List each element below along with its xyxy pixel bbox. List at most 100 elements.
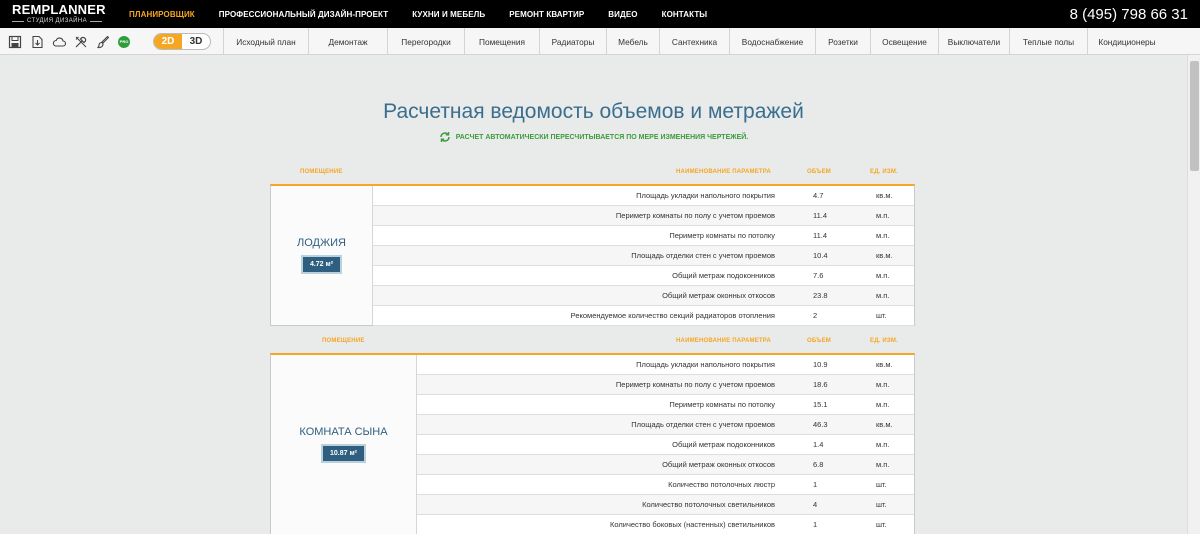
param-unit: шт. <box>876 520 887 529</box>
view-2d-button[interactable]: 2D <box>154 34 182 49</box>
param-value: 2 <box>813 311 818 320</box>
param-name: Площадь отделки стен с учетом проемов <box>631 251 775 260</box>
param-value: 18.6 <box>813 380 828 389</box>
room-area-badge: 4.72 м² <box>300 255 343 274</box>
cloud-icon[interactable] <box>52 35 66 49</box>
room-name: КОМНАТА СЫНА <box>299 426 388 438</box>
tab-6[interactable]: Сантехника <box>659 28 729 55</box>
logo-main-text: REMPLANNER <box>12 2 106 17</box>
table-row: Количество боковых (настенных) светильни… <box>417 515 914 534</box>
param-unit: м.п. <box>876 380 890 389</box>
param-name: Общий метраж подоконников <box>672 271 775 280</box>
param-value: 11.4 <box>813 211 828 220</box>
param-name: Общий метраж оконных откосов <box>662 291 775 300</box>
tool-icons: PRO <box>8 33 130 50</box>
param-value: 1 <box>813 480 818 489</box>
param-unit: м.п. <box>876 231 890 240</box>
topnav-item-3[interactable]: РЕМОНТ КВАРТИР <box>509 10 584 19</box>
param-name: Площадь отделки стен с учетом проемов <box>631 420 775 429</box>
param-name: Площадь укладки напольного покрытия <box>636 360 775 369</box>
topnav-item-2[interactable]: КУХНИ И МЕБЕЛЬ <box>412 10 485 19</box>
tab-7[interactable]: Водоснабжение <box>729 28 815 55</box>
table-row: Периметр комнаты по потолку 11.4 м.п. <box>373 226 914 246</box>
param-value: 6.8 <box>813 460 824 469</box>
remplanner-logo[interactable]: REMPLANNER СТУДИЯ ДИЗАЙНА <box>12 3 112 25</box>
export-icon[interactable] <box>30 35 44 49</box>
tab-10[interactable]: Выключатели <box>938 28 1009 55</box>
param-value: 4.7 <box>813 191 824 200</box>
param-name: Площадь укладки напольного покрытия <box>636 191 775 200</box>
tools-icon[interactable] <box>74 35 88 49</box>
table-row: Площадь отделки стен с учетом проемов 10.… <box>373 246 914 266</box>
tab-11[interactable]: Теплые полы <box>1009 28 1087 55</box>
table-row: Периметр комнаты по потолку 15.1 м.п. <box>417 395 914 415</box>
param-unit: шт. <box>876 480 887 489</box>
tab-1[interactable]: Демонтаж <box>308 28 387 55</box>
view-3d-button[interactable]: 3D <box>182 34 210 49</box>
page-title: Расчетная ведомость объемов и метражей <box>383 100 804 123</box>
param-value: 1 <box>813 520 818 529</box>
page-scrollbar[interactable] <box>1187 55 1200 534</box>
param-unit: кв.м. <box>876 251 893 260</box>
table-row: Количество потолочных люстр 1 шт. <box>417 475 914 495</box>
tab-5[interactable]: Мебель <box>606 28 659 55</box>
planner-tabs: Исходный план Демонтаж Перегородки Помещени… <box>223 28 1166 55</box>
param-unit: шт. <box>876 500 887 509</box>
param-value: 23.8 <box>813 291 828 300</box>
tab-3[interactable]: Помещения <box>464 28 539 55</box>
brush-icon[interactable] <box>96 35 110 49</box>
room-table: КОМНАТА СЫНА 10.87 м² Площадь укладки напо… <box>270 353 915 534</box>
header-room: ПОМЕЩЕНИЕ <box>322 338 365 344</box>
table-row: Периметр комнаты по полу с учетом проемо… <box>373 206 914 226</box>
param-value: 1.4 <box>813 440 824 449</box>
param-value: 15.1 <box>813 400 828 409</box>
phone-number[interactable]: 8 (495) 798 66 31 <box>1070 6 1188 23</box>
room-table: ЛОДЖИЯ 4.72 м² Площадь укладки напольного … <box>270 184 915 326</box>
param-unit: м.п. <box>876 440 890 449</box>
tab-2[interactable]: Перегородки <box>387 28 464 55</box>
header-unit: ЕД. ИЗМ. <box>870 338 898 344</box>
param-name: Количество потолочных люстр <box>668 480 775 489</box>
table-row: Общий метраж подоконников 1.4 м.п. <box>417 435 914 455</box>
tab-4[interactable]: Радиаторы <box>539 28 606 55</box>
table-row: Общий метраж оконных откосов 23.8 м.п. <box>373 286 914 306</box>
param-name: Количество потолочных светильников <box>642 500 775 509</box>
scrollbar-thumb[interactable] <box>1190 61 1199 171</box>
param-value: 7.6 <box>813 271 824 280</box>
param-value: 4 <box>813 500 818 509</box>
param-name: Количество боковых (настенных) светильни… <box>610 520 775 529</box>
topnav-item-0[interactable]: ПЛАНИРОВЩИК <box>129 10 195 19</box>
save-icon[interactable] <box>8 35 22 49</box>
param-unit: шт. <box>876 311 887 320</box>
param-value: 11.4 <box>813 231 828 240</box>
param-unit: м.п. <box>876 400 890 409</box>
top-navigation-bar: REMPLANNER СТУДИЯ ДИЗАЙНА ПЛАНИРОВЩИК ПРО… <box>0 0 1200 28</box>
pro-icon[interactable]: PRO <box>118 35 130 48</box>
topnav-item-1[interactable]: ПРОФЕССИОНАЛЬНЫЙ ДИЗАЙН-ПРОЕКТ <box>219 10 388 19</box>
header-param: НАИМЕНОВАНИЕ ПАРАМЕТРА <box>676 169 771 175</box>
room-cell: КОМНАТА СЫНА 10.87 м² <box>271 355 417 534</box>
param-name: Общий метраж оконных откосов <box>662 460 775 469</box>
topnav-item-4[interactable]: ВИДЕО <box>608 10 637 19</box>
tab-12[interactable]: Кондиционеры <box>1087 28 1166 55</box>
table-row: Общий метраж оконных откосов 6.8 м.п. <box>417 455 914 475</box>
param-unit: кв.м. <box>876 191 893 200</box>
view-mode-toggle: 2D 3D <box>153 33 211 50</box>
auto-recalc-note: РАСЧЕТ АВТОМАТИЧЕСКИ ПЕРЕСЧИТЫВАЕТСЯ ПО … <box>0 131 1187 143</box>
table-row: Количество потолочных светильников 4 шт. <box>417 495 914 515</box>
param-unit: кв.м. <box>876 360 893 369</box>
param-unit: м.п. <box>876 271 890 280</box>
param-value: 10.4 <box>813 251 828 260</box>
table-row: Площадь укладки напольного покрытия 4.7 кв… <box>373 186 914 206</box>
header-value: ОБЪЕМ <box>807 169 831 175</box>
param-unit: м.п. <box>876 460 890 469</box>
header-value: ОБЪЕМ <box>807 338 831 344</box>
tab-8[interactable]: Розетки <box>815 28 870 55</box>
tab-9[interactable]: Освещение <box>870 28 938 55</box>
tab-0[interactable]: Исходный план <box>223 28 308 55</box>
param-name: Периметр комнаты по полу с учетом проемо… <box>615 211 775 220</box>
topnav-item-5[interactable]: КОНТАКТЫ <box>662 10 708 19</box>
header-param: НАИМЕНОВАНИЕ ПАРАМЕТРА <box>676 338 771 344</box>
param-name: Периметр комнаты по потолку <box>669 400 775 409</box>
param-name: Общий метраж подоконников <box>672 440 775 449</box>
